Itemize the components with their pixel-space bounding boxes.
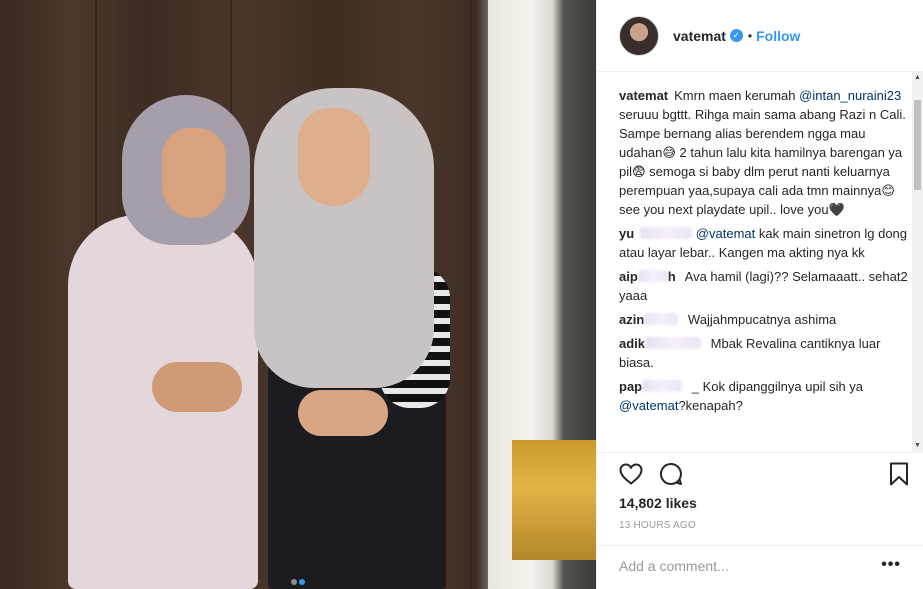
add-comment-section: •••	[597, 545, 923, 589]
door-panel-line	[470, 0, 472, 589]
person-right-face	[298, 108, 370, 206]
mention-link[interactable]: @intan_nuraini23	[799, 88, 901, 103]
person-left-hand	[152, 362, 242, 412]
comment-username[interactable]: azin	[619, 312, 679, 327]
comment-item: aip h Ava hamil (lagi)?? Selamaaatt.. seh…	[619, 267, 909, 305]
action-bar	[597, 452, 923, 500]
yellow-box	[512, 440, 596, 560]
avatar[interactable]	[619, 15, 659, 56]
caption-text: Kmrn maen kerumah	[674, 88, 796, 103]
redacted-name	[640, 227, 693, 239]
scrollbar-thumb[interactable]	[914, 100, 921, 190]
caption-text: seruuu bgttt. Rihga main sama abang Razi…	[619, 107, 906, 217]
mention-link[interactable]: @vatemat	[696, 226, 755, 241]
likes-count[interactable]: 14,802 likes	[619, 495, 697, 511]
redacted-name	[637, 270, 668, 282]
more-options-icon[interactable]: •••	[881, 557, 901, 573]
redacted-name	[645, 337, 702, 349]
verified-badge-icon: ✓	[729, 29, 743, 42]
post-header: vatemat ✓ • Follow	[597, 0, 923, 72]
comment-username-start: pap	[619, 379, 643, 394]
separator-bullet: •	[747, 28, 753, 43]
scroll-down-arrow-icon[interactable]: ▼	[912, 440, 923, 452]
mention-link[interactable]: @vatemat	[619, 398, 678, 413]
comment-username-end: h	[667, 269, 676, 284]
post-panel: vatemat ✓ • Follow vatemat Kmrn maen keru…	[596, 0, 923, 589]
comment-username-start: aip	[619, 269, 638, 284]
post-timestamp[interactable]: 13 HOURS AGO	[619, 520, 696, 531]
bookmark-icon[interactable]	[889, 462, 909, 491]
comment-text: ?kenapah?	[678, 398, 743, 413]
comment-text: _ Kok dipanggilnya upil sih ya	[691, 379, 864, 394]
comment-username-start: adik	[619, 336, 646, 351]
comment-username-start: azin	[619, 312, 645, 327]
carousel-dot[interactable]	[291, 579, 297, 585]
comments-list[interactable]: vatemat Kmrn maen kerumah @intan_nuraini2…	[619, 86, 909, 451]
post-username[interactable]: vatemat	[673, 28, 726, 44]
redacted-name	[642, 380, 683, 392]
carousel-dot-active[interactable]	[299, 579, 305, 585]
comment-username[interactable]: vatemat	[619, 88, 668, 103]
carousel-dots	[0, 572, 596, 589]
comment-item: yu @vatemat kak main sinetron lg dong at…	[619, 224, 909, 262]
heart-icon[interactable]	[619, 463, 643, 490]
caption: vatemat Kmrn maen kerumah @intan_nuraini2…	[619, 86, 909, 219]
comment-username[interactable]: aip h	[619, 269, 676, 284]
person-left-face	[162, 128, 226, 218]
scroll-up-arrow-icon[interactable]: ▲	[912, 72, 923, 84]
post-photo[interactable]	[0, 0, 596, 589]
comment-input[interactable]	[619, 558, 859, 574]
comment-item: pap _ Kok dipanggilnya upil sih ya @vate…	[619, 377, 909, 415]
comment-icon[interactable]	[659, 462, 683, 491]
redacted-name	[644, 313, 679, 325]
comment-username[interactable]: pap	[619, 379, 683, 394]
follow-button[interactable]: Follow	[756, 28, 800, 44]
comment-text: Wajjahmpucatnya ashima	[687, 312, 837, 327]
comment-item: azin Wajjahmpucatnya ashima	[619, 310, 909, 329]
comment-item: adik Mbak Revalina cantiknya luar biasa.	[619, 334, 909, 372]
comment-username[interactable]: adik	[619, 336, 702, 351]
comment-username[interactable]: yu	[619, 226, 634, 241]
comments-scrollbar[interactable]: ▲ ▼	[912, 72, 923, 452]
person-right-hand	[298, 390, 388, 436]
